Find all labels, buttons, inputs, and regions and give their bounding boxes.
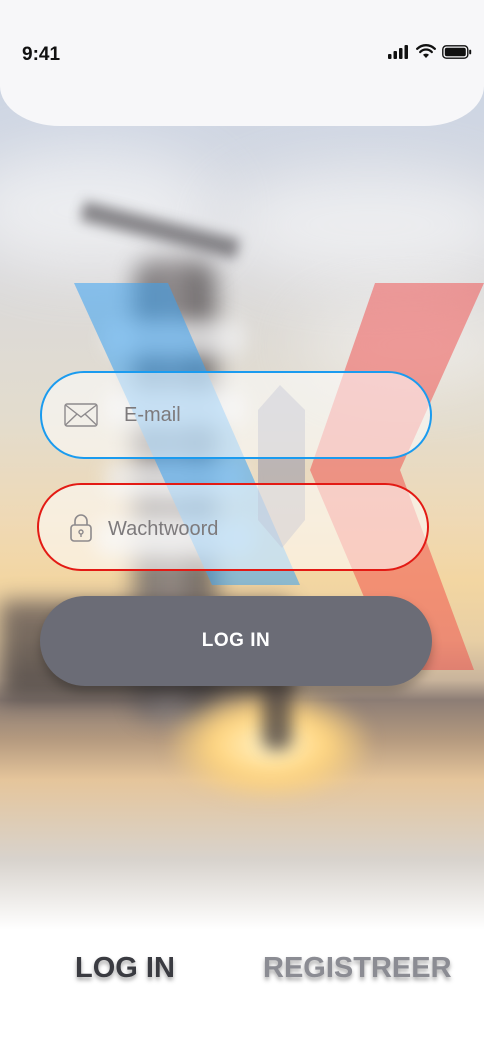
password-field[interactable]: Wachtwoord [37, 483, 429, 571]
signal-icon [388, 44, 408, 59]
tab-login[interactable]: LOG IN [75, 952, 175, 985]
envelope-icon [64, 403, 98, 427]
battery-icon [442, 44, 472, 59]
email-placeholder: E-mail [124, 404, 181, 426]
status-header: 9:41 [0, 0, 484, 126]
login-button-label: LOG IN [201, 630, 271, 651]
wifi-icon [416, 44, 436, 58]
tab-register[interactable]: REGISTREER [263, 952, 452, 985]
status-icons [388, 44, 472, 59]
login-button[interactable]: LOG IN [40, 596, 432, 686]
email-field[interactable]: E-mail [40, 371, 432, 459]
x-logo [74, 283, 484, 670]
background-photo [0, 0, 484, 930]
password-placeholder: Wachtwoord [108, 518, 219, 540]
status-time: 9:41 [22, 44, 61, 65]
lock-icon [69, 513, 93, 543]
